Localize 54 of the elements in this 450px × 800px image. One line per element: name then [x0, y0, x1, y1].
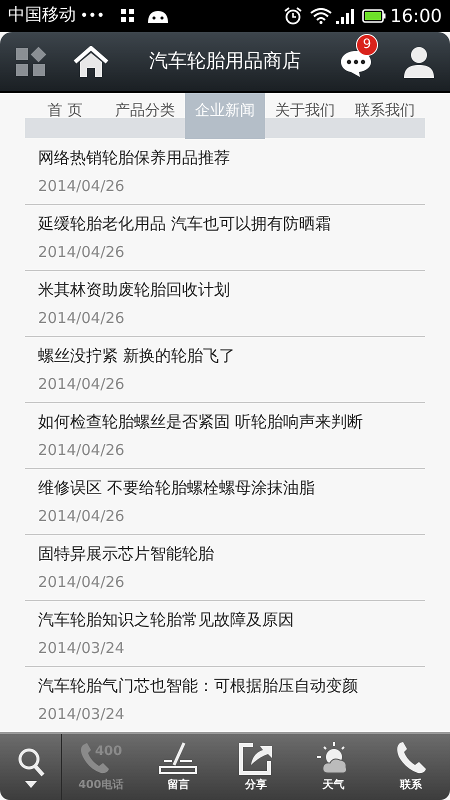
- news-title: 网络热销轮胎保养用品推荐: [38, 147, 230, 169]
- android-icon: [146, 9, 169, 23]
- toolbar-button[interactable]: 分享: [217, 734, 295, 800]
- clock-time: 16:00: [390, 4, 442, 28]
- news-item[interactable]: 如何检查轮胎螺丝是否紧固 听轮胎响声来判断 2014/04/26: [25, 403, 425, 469]
- news-item[interactable]: 螺丝没拧紧 新换的轮胎飞了 2014/04/26: [25, 337, 425, 403]
- news-date: 2014/04/26: [38, 440, 124, 461]
- news-date: 2014/04/26: [38, 242, 124, 263]
- news-item[interactable]: 汽车轮胎知识之轮胎常见故障及原因 2014/03/24: [25, 601, 425, 667]
- store-title: 汽车轮胎用品商店: [149, 49, 301, 74]
- toolbar-button[interactable]: 留言: [140, 734, 218, 800]
- nav-tab[interactable]: 联系我们: [345, 93, 425, 139]
- apps-icon[interactable]: [16, 46, 48, 78]
- news-title: 汽车轮胎气门芯也智能：可根据胎压自动变颜: [38, 675, 358, 697]
- news-title: 维修误区 不要给轮胎螺栓螺母涂抹油脂: [38, 477, 316, 499]
- news-title: 延缓轮胎老化用品 汽车也可以拥有防晒霜: [38, 213, 332, 235]
- news-item[interactable]: 米其林资助废轮胎回收计划 2014/04/26: [25, 271, 425, 337]
- dropdown-caret-icon[interactable]: [24, 780, 36, 788]
- news-title: 螺丝没拧紧 新换的轮胎飞了: [38, 345, 236, 367]
- writing-pad-icon: [158, 740, 198, 775]
- news-date: 2014/04/26: [38, 374, 124, 395]
- notification-dots: •••: [80, 6, 105, 26]
- unread-badge: 9: [356, 34, 378, 56]
- news-date: 2014/04/26: [38, 506, 124, 527]
- news-item[interactable]: 延缓轮胎老化用品 汽车也可以拥有防晒霜 2014/04/26: [25, 205, 425, 271]
- news-date: 2014/04/26: [38, 572, 124, 593]
- news-date: 2014/04/26: [38, 308, 124, 329]
- battery-icon: [362, 9, 386, 23]
- alarm-icon: [284, 7, 302, 25]
- share-icon: [238, 740, 273, 775]
- signal-icon: [336, 8, 354, 24]
- news-item[interactable]: 维修误区 不要给轮胎螺栓螺母涂抹油脂 2014/04/26: [25, 469, 425, 535]
- news-title: 如何检查轮胎螺丝是否紧固 听轮胎响声来判断: [38, 411, 364, 433]
- news-item[interactable]: 固特异展示芯片智能轮胎 2014/04/26: [25, 535, 425, 601]
- news-date: 2014/03/24: [38, 638, 124, 659]
- carrier-name: 中国移动: [8, 4, 76, 28]
- news-date: 2014/03/24: [38, 704, 124, 725]
- chat-icon[interactable]: [340, 50, 372, 78]
- nav-tab[interactable]: 产品分类: [105, 93, 185, 139]
- nav-tab[interactable]: 首 页: [25, 93, 105, 139]
- news-title: 汽车轮胎知识之轮胎常见故障及原因: [38, 609, 294, 631]
- toolbar-button[interactable]: 天气: [294, 734, 372, 800]
- news-item[interactable]: 网络热销轮胎保养用品推荐 2014/04/26: [25, 139, 425, 205]
- phone-icon: [394, 740, 428, 775]
- search-icon[interactable]: [16, 746, 44, 776]
- home-icon[interactable]: [72, 46, 110, 78]
- news-date: 2014/04/26: [38, 176, 124, 197]
- news-title: 固特异展示芯片智能轮胎: [38, 543, 214, 565]
- nav-tab[interactable]: 关于我们: [265, 93, 345, 139]
- toolbar-button[interactable]: 联系: [372, 734, 450, 800]
- user-icon[interactable]: [404, 46, 434, 78]
- grid-icon: [120, 9, 135, 23]
- news-title: 米其林资助废轮胎回收计划: [38, 279, 230, 301]
- wifi-icon: [310, 8, 332, 24]
